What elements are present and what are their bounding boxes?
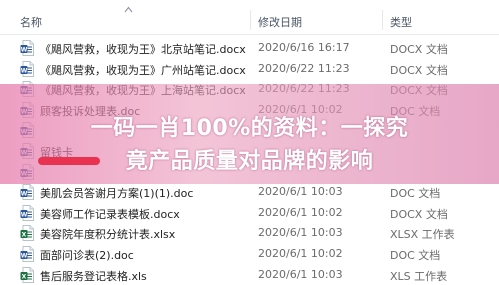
word-doc-icon: W [20,246,35,262]
svg-text:W: W [21,67,28,74]
excel-sheet-icon: X [20,225,35,242]
file-name: 美容师工作记录表模板.docx [40,207,180,221]
file-type: DOCX 文档 [390,63,448,77]
svg-text:W: W [21,46,28,53]
watermark-subheadline: 竟产品质量对品牌的影响 [125,149,374,174]
file-name: 美容院年度积分统计表.xlsx [40,228,176,242]
file-row[interactable]: W 面部问诊表(2).doc 2020/6/1 10:02 DOC 文档 [0,243,499,264]
column-header-row: 名称 修改日期 类型 [0,6,499,35]
file-name: 《飓风营救，收现为王》广州站笔记.docx [40,63,246,77]
file-modified-date: 2020/6/1 10:02 [258,205,343,219]
file-row[interactable]: W 美肌会员答谢月方案(1)(1).doc 2020/6/1 10:03 DOC 文档 [0,181,499,202]
column-header-name[interactable]: 名称 [20,14,42,30]
file-type: DOC 文档 [390,187,441,201]
file-modified-date: 2020/6/1 10:03 [258,226,343,240]
word-doc-icon: W [20,204,35,221]
svg-text:X: X [22,273,27,280]
file-modified-date: 2020/6/1 10:02 [258,247,343,260]
file-type: DOCX 文档 [390,43,448,56]
column-divider[interactable] [250,10,251,30]
file-type: DOC 文档 [390,249,441,262]
file-name: 美肌会员答谢月方案(1)(1).doc [40,187,194,201]
file-modified-date: 2020/6/1 10:03 [258,267,343,281]
file-row[interactable]: W 美容师工作记录表模板.docx 2020/6/1 10:02 DOCX 文档 [0,202,499,223]
sort-ascending-icon[interactable] [124,6,133,13]
file-row[interactable]: W 《飓风营救，收现为王》北京站笔记.docx 2020/6/16 16:17 DOC… [0,37,499,58]
file-type: XLSX 工作表 [390,228,455,242]
file-row[interactable]: X 售后服务登记表格.xls 2020/6/1 10:03 XLS 工作表 [0,264,499,285]
word-doc-icon: W [20,184,35,201]
svg-text:X: X [22,232,27,239]
svg-text:W: W [21,190,28,197]
column-header-type[interactable]: 类型 [390,14,412,30]
file-type: DOCX 文档 [390,207,448,221]
word-doc-icon: W [20,40,35,56]
file-modified-date: 2020/6/1 10:03 [258,185,343,199]
column-header-date[interactable]: 修改日期 [258,14,302,30]
file-name: 售后服务登记表格.xls [40,269,147,283]
file-modified-date: 2020/6/16 16:17 [258,41,350,54]
file-row[interactable]: X 美容院年度积分统计表.xlsx 2020/6/1 10:03 XLSX 工作表 [0,222,499,243]
svg-text:W: W [21,252,28,259]
file-type: XLS 工作表 [390,269,448,283]
file-row[interactable]: W 《飓风营救，收现为王》广州站笔记.docx 2020/6/22 11:23 DOC… [0,58,499,79]
svg-text:W: W [21,211,28,218]
file-modified-date: 2020/6/22 11:23 [258,61,350,75]
file-name: 《飓风营救，收现为王》北京站笔记.docx [40,43,246,56]
file-name: 面部问诊表(2).doc [40,249,134,262]
watermark-headline: 一码一肖100%的资料：一探究 [90,116,409,141]
excel-sheet-icon: X [20,266,35,283]
word-doc-icon: W [20,60,35,77]
column-divider[interactable] [382,10,383,30]
